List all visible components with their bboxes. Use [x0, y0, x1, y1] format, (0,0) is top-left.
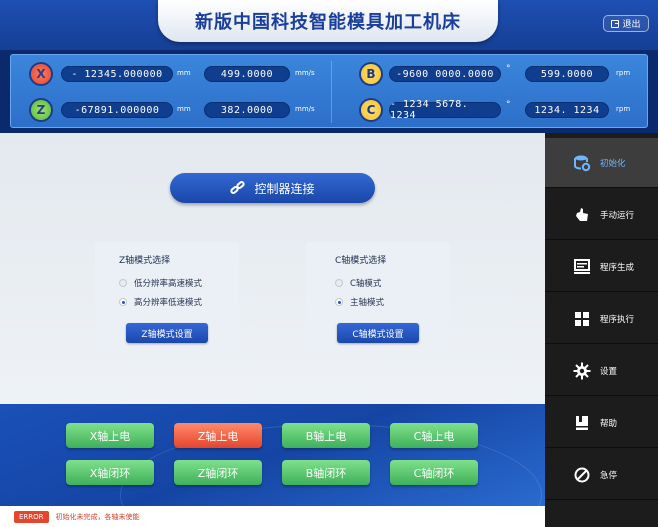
sidebar-item-program-exec[interactable]: 程序执行 [545, 294, 658, 344]
option-label: C轴模式 [350, 279, 382, 289]
c-closed-loop-button[interactable]: C轴闭环 [390, 460, 478, 485]
c-mode-title: C轴模式选择 [335, 256, 387, 266]
sidebar-item-init[interactable]: 初始化 [545, 138, 658, 188]
c-position-field: - 1234 5678. 1234 [389, 99, 501, 121]
z-position-field: -67891.000000 [61, 102, 173, 118]
gear-icon [573, 362, 591, 380]
axis-readout-panel: X - 12345.000000 mm 499.0000 mm/s Z -678… [10, 54, 648, 128]
exit-icon [611, 19, 620, 28]
connect-label: 控制器连接 [254, 181, 315, 196]
main-content: 控制器连接 Z轴模式选择 低分辨率高速模式 高分辨率低速模式 Z轴模式设置 C轴… [0, 133, 545, 404]
c-mode-set-button[interactable]: C轴模式设置 [337, 323, 419, 343]
axis-row-b: B -9600 0000.0000 ° 599.0000 rpm [341, 64, 651, 84]
axis-row-c: C - 1234 5678. 1234 ° 1234. 1234 rpm [341, 99, 651, 121]
database-gear-icon [573, 154, 591, 172]
z-position-unit: mm [177, 105, 191, 113]
b-closed-loop-button[interactable]: B轴闭环 [282, 460, 370, 485]
exit-button[interactable]: 退出 [603, 15, 649, 32]
header-bar: 新版中国科技智能模具加工机床 退出 [0, 0, 658, 50]
x-position-unit: mm [177, 69, 191, 77]
z-mode-set-button[interactable]: Z轴模式设置 [126, 323, 208, 343]
c-power-on-button[interactable]: C轴上电 [390, 423, 478, 448]
c-mode-option-c-axis[interactable]: C轴模式 [335, 277, 381, 289]
z-closed-loop-button[interactable]: Z轴闭环 [174, 460, 262, 485]
link-icon [229, 179, 247, 196]
sidebar-item-program-gen[interactable]: 程序生成 [545, 242, 658, 292]
z-mode-option-high-res[interactable]: 高分辨率低速模式 [119, 296, 202, 308]
axis-row-z: Z -67891.000000 mm 382.0000 mm/s [11, 100, 321, 120]
sidebar: 初始化 手动运行 程序生成 程序执行 设置 帮助 急停 [545, 133, 658, 527]
x-speed-field: 499.0000 [204, 66, 290, 82]
sidebar-label: 手动运行 [600, 210, 635, 221]
sidebar-item-settings[interactable]: 设置 [545, 346, 658, 396]
z-speed-unit: mm/s [295, 105, 315, 113]
radio-icon [335, 279, 343, 287]
b-axis-icon: B [361, 64, 381, 84]
b-speed-unit: rpm [616, 69, 631, 77]
controller-connect-button[interactable]: 控制器连接 [170, 173, 375, 203]
sidebar-label: 初始化 [600, 158, 626, 169]
hand-icon [573, 206, 591, 224]
x-position-field: - 12345.000000 [61, 66, 173, 82]
sidebar-label: 设置 [600, 366, 618, 377]
radio-icon [119, 279, 127, 287]
c-speed-unit: rpm [616, 105, 631, 113]
z-mode-option-low-res[interactable]: 低分辨率高速模式 [119, 277, 202, 289]
exit-label: 退出 [622, 20, 641, 30]
option-label: 低分辨率高速模式 [134, 279, 203, 289]
z-mode-title: Z轴模式选择 [119, 256, 171, 266]
monitor-icon [573, 258, 591, 276]
grid-icon [573, 310, 591, 328]
b-speed-field: 599.0000 [525, 66, 609, 82]
sidebar-item-manual[interactable]: 手动运行 [545, 190, 658, 240]
b-position-unit: ° [506, 64, 511, 74]
x-closed-loop-button[interactable]: X轴闭环 [66, 460, 154, 485]
z-power-on-button[interactable]: Z轴上电 [174, 423, 262, 448]
x-axis-icon: X [31, 64, 51, 84]
z-speed-field: 382.0000 [204, 102, 290, 118]
sidebar-label: 急停 [600, 470, 618, 481]
sidebar-label: 程序生成 [600, 262, 635, 273]
status-message: 初始化未完成，各轴未使能 [55, 512, 140, 521]
sidebar-label: 帮助 [600, 418, 618, 429]
c-mode-option-spindle[interactable]: 主轴模式 [335, 296, 384, 308]
axis-divider [331, 61, 332, 123]
sidebar-label: 程序执行 [600, 314, 635, 325]
c-position-unit: ° [506, 100, 511, 110]
stop-icon [573, 466, 591, 484]
c-axis-icon: C [361, 100, 381, 120]
c-speed-field: 1234. 1234 [525, 102, 609, 118]
title-plate: 新版中国科技智能模具加工机床 [158, 0, 498, 42]
axis-power-panel: X轴上电 Z轴上电 B轴上电 C轴上电 X轴闭环 Z轴闭环 B轴闭环 C轴闭环 [0, 404, 545, 506]
page-title: 新版中国科技智能模具加工机床 [195, 12, 461, 33]
b-power-on-button[interactable]: B轴上电 [282, 423, 370, 448]
sidebar-item-emergency-stop[interactable]: 急停 [545, 450, 658, 500]
z-axis-icon: Z [31, 100, 51, 120]
x-speed-unit: mm/s [295, 69, 315, 77]
sidebar-item-help[interactable]: 帮助 [545, 398, 658, 448]
radio-selected-icon [119, 298, 127, 306]
book-icon [573, 414, 591, 432]
option-label: 主轴模式 [350, 298, 385, 308]
status-bar: ERROR 初始化未完成，各轴未使能 [0, 506, 545, 527]
option-label: 高分辨率低速模式 [134, 298, 203, 308]
error-badge: ERROR [14, 510, 49, 523]
x-power-on-button[interactable]: X轴上电 [66, 423, 154, 448]
axis-row-x: X - 12345.000000 mm 499.0000 mm/s [11, 64, 321, 84]
b-position-field: -9600 0000.0000 [389, 66, 501, 82]
radio-selected-icon [335, 298, 343, 306]
